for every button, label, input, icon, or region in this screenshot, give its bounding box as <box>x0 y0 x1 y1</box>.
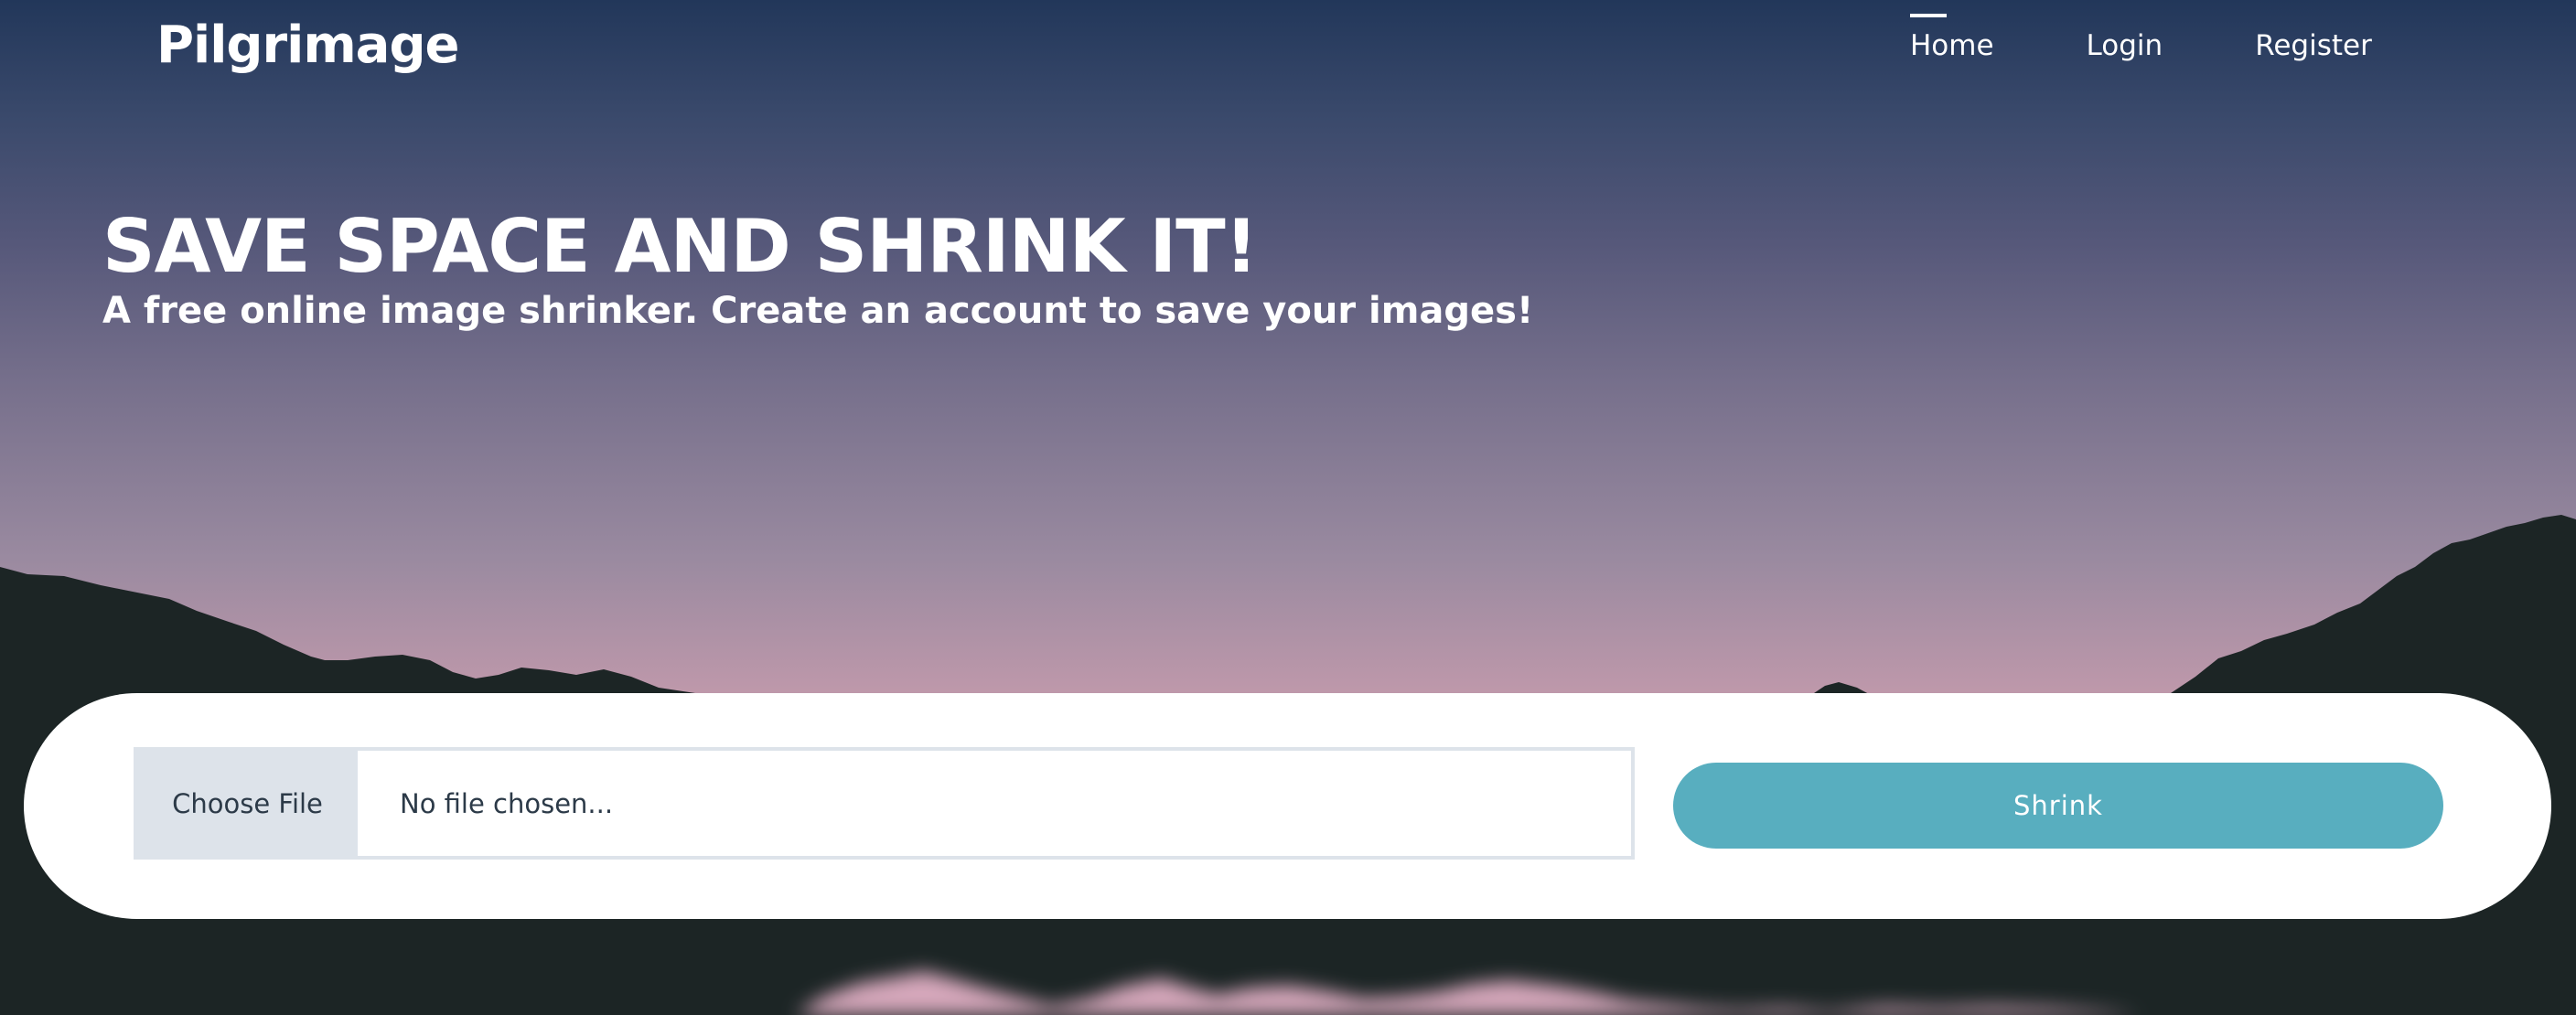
brand-logo[interactable]: Pilgrimage <box>156 12 460 80</box>
nav-active-indicator <box>1910 14 1947 17</box>
file-input[interactable]: Choose File No file chosen... <box>134 747 1635 860</box>
upload-form-card: Choose File No file chosen... Shrink <box>24 693 2551 919</box>
top-nav: Home Login Register <box>1910 14 2372 73</box>
hero-section: SAVE SPACE AND SHRINK IT! A free online … <box>102 203 1533 335</box>
nav-login-label: Login <box>2086 29 2163 62</box>
nav-login-link[interactable]: Login <box>2087 18 2163 73</box>
lake-reflection <box>796 971 2141 1015</box>
choose-file-button[interactable]: Choose File <box>137 751 358 856</box>
hero-background: Pilgrimage Home Login Register SAVE SPAC… <box>0 0 2576 1015</box>
hero-title: SAVE SPACE AND SHRINK IT! <box>102 204 1258 289</box>
shrink-button[interactable]: Shrink <box>1673 763 2443 849</box>
nav-register-label: Register <box>2255 29 2372 62</box>
nav-home-label: Home <box>1910 29 1994 62</box>
file-status-text: No file chosen... <box>400 787 614 819</box>
nav-home-link[interactable]: Home <box>1910 14 1994 73</box>
hero-subtitle: A free online image shrinker. Create an … <box>102 290 1534 332</box>
nav-register-link[interactable]: Register <box>2255 18 2372 73</box>
